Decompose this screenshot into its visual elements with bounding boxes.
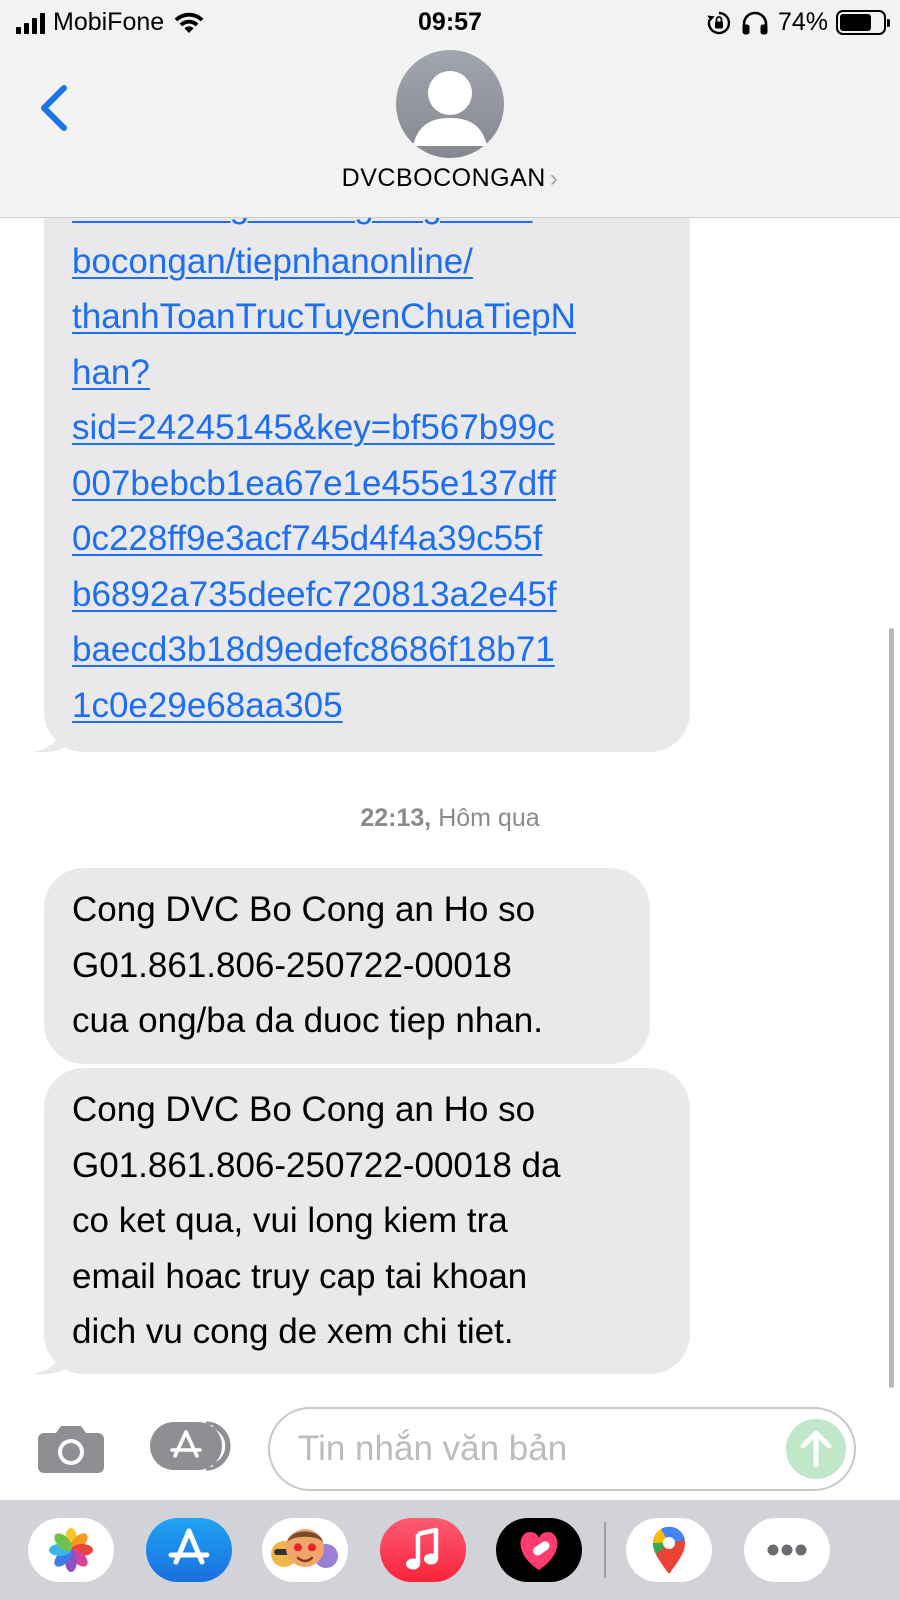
battery-level-fill — [840, 14, 872, 31]
message-line: Cong DVC Bo Cong an Ho so — [72, 890, 536, 929]
link-line[interactable]: thanhToanTrucTuyenChuaTiepN — [72, 289, 662, 345]
app-store-toggle-icon[interactable] — [150, 1419, 232, 1473]
link-line[interactable]: han? — [72, 345, 662, 401]
message-line: G01.861.806-250722-00018 da — [72, 1145, 561, 1185]
link-line[interactable]: b6892a735deefc720813a2e45f — [72, 567, 662, 623]
contact-name: DVCBOCONGAN — [341, 164, 546, 192]
scroll-indicator[interactable] — [889, 628, 894, 1388]
maps-icon[interactable] — [626, 1518, 712, 1582]
link-line[interactable]: baecd3b18d9edefc8686f18b71 — [72, 622, 662, 678]
conversation-header: DVCBOCONGAN › — [0, 46, 900, 218]
person-silhouette-icon — [413, 71, 487, 146]
arrow-up-send-icon[interactable] — [786, 1419, 846, 1479]
compose-bar — [0, 1395, 900, 1500]
message-line: dich vu cong de xem chi tiet. — [72, 1312, 514, 1351]
link-line[interactable]: 1c0e29e68aa305 — [72, 678, 662, 734]
drawer-divider — [604, 1522, 606, 1578]
more-icon[interactable] — [744, 1518, 830, 1582]
link-line[interactable]: sid=24245145&key=bf567b99c — [72, 400, 662, 456]
contact-name-button[interactable]: DVCBOCONGAN › — [0, 164, 900, 193]
chevron-left-icon[interactable] — [30, 76, 80, 136]
message-timestamp: 22:13, Hôm qua — [0, 804, 900, 833]
fitness-heart-icon[interactable] — [496, 1518, 582, 1582]
message-line: G01.861.806-250722-00018 — [72, 945, 512, 985]
link-line[interactable]: 007bebcb1ea67e1e455e137dff — [72, 456, 662, 512]
timestamp-time: 22:13, — [360, 804, 432, 832]
message-bubble-link[interactable]: dichvucong.bocongan.gov.vn/ bocongan/tie… — [44, 150, 690, 752]
bubble-tail — [32, 723, 66, 753]
camera-icon[interactable] — [38, 1423, 104, 1473]
status-right: 74% — [706, 8, 890, 37]
timestamp-day: Hôm qua — [438, 804, 540, 832]
message-bubble-result[interactable]: Cong DVC Bo Cong an Ho so G01.861.806-25… — [44, 1068, 690, 1374]
chevron-right-icon: › — [549, 165, 559, 192]
message-line: Cong DVC Bo Cong an Ho so — [72, 1090, 536, 1129]
battery-icon — [836, 10, 890, 35]
message-input[interactable] — [268, 1407, 856, 1491]
link-line[interactable]: bocongan/tiepnhanonline/ — [72, 234, 662, 290]
contact-avatar[interactable] — [396, 50, 504, 158]
rotation-lock-icon — [707, 11, 731, 34]
link-line[interactable]: 0c228ff9e3acf745d4f4a39c55f — [72, 511, 662, 567]
bubble-tail — [32, 1345, 66, 1375]
headphones-icon — [742, 11, 768, 34]
memoji-stickers-icon[interactable] — [262, 1518, 348, 1582]
status-bar: MobiFone 09:57 74% — [0, 0, 900, 46]
battery-percentage: 74% — [777, 8, 828, 36]
message-line: email hoac truy cap tai khoan — [72, 1256, 528, 1296]
message-line: co ket qua, vui long kiem tra — [72, 1201, 508, 1240]
photos-icon[interactable] — [28, 1518, 114, 1582]
app-drawer — [0, 1500, 900, 1600]
message-bubble-received[interactable]: Cong DVC Bo Cong an Ho so G01.861.806-25… — [44, 868, 650, 1064]
app-store-icon[interactable] — [146, 1518, 232, 1582]
music-icon[interactable] — [380, 1518, 466, 1582]
message-line: cua ong/ba da duoc tiep nhan. — [72, 1001, 543, 1040]
